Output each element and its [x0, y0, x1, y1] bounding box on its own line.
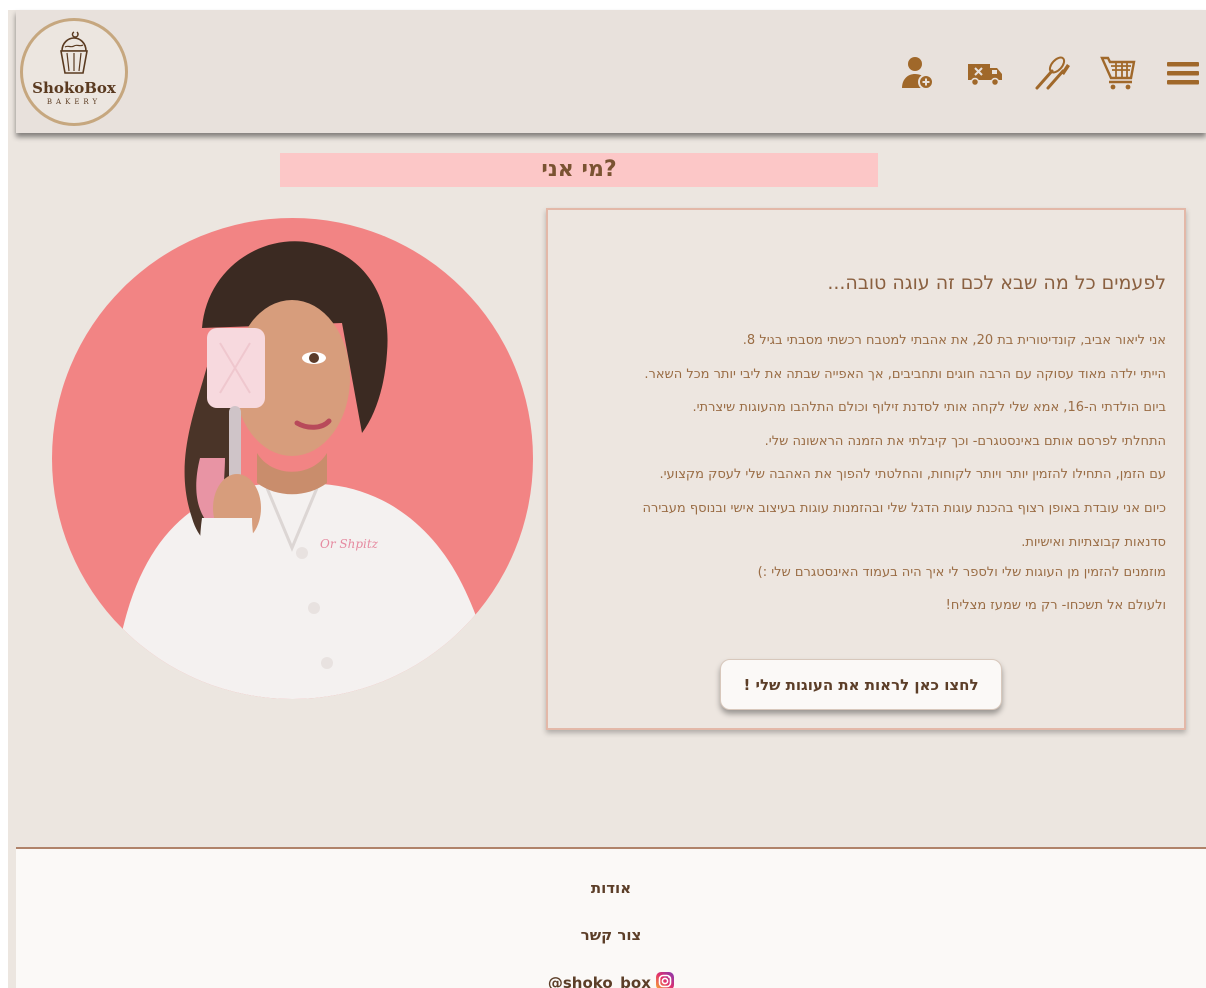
- site-footer: אודות צור קשר @shoko_box: [16, 847, 1206, 988]
- footer-link-contact[interactable]: צור קשר: [16, 926, 1206, 944]
- card-text-line: הייתי ילדה מאוד עסוקה עם הרבה חוגים ותחב…: [644, 367, 1166, 382]
- menu-icon[interactable]: [1163, 55, 1203, 91]
- delivery-truck-icon[interactable]: [965, 55, 1005, 91]
- card-text-line: מוזמנים להזמין מן העוגות שלי ולספר לי אי…: [757, 565, 1166, 580]
- user-add-icon[interactable]: [898, 55, 938, 91]
- site-header: ShokoBox BAKERY: [16, 10, 1206, 133]
- card-text-line: ולעולם אל תשכחו- רק מי שמעז מצליח!: [945, 598, 1166, 613]
- instagram-handle: @shoko_box: [547, 974, 651, 988]
- whisk-icon[interactable]: [1032, 55, 1072, 91]
- page-background: ShokoBox BAKERY מי אני? Or Shpitz לפעמים…: [8, 10, 1206, 988]
- card-text-line: סדנאות קבוצתיות ואישיות.: [1021, 535, 1166, 550]
- about-card: לפעמים כל מה שבא לכם זה עוגה טובה... אני…: [546, 208, 1186, 730]
- page-title: מי אני?: [280, 153, 878, 187]
- instagram-icon: [656, 972, 675, 988]
- card-text-line: התחלתי לפרסם אותם באינסטגרם- וכך קיבלתי …: [764, 434, 1166, 449]
- baker-portrait-image: Or Shpitz: [52, 218, 533, 699]
- apron-text: Or Shpitz: [320, 537, 379, 551]
- cupcake-icon: [60, 31, 88, 74]
- footer-instagram-link[interactable]: @shoko_box: [16, 972, 1206, 988]
- card-text-line: ביום הולדתי ה-16, אמא שלי לקחה אותי לסדנ…: [692, 400, 1167, 415]
- card-text-line: עם הזמן, התחילו להזמין יותר ויותר לקוחות…: [659, 467, 1167, 482]
- card-text-line: כיום אני עובדת באופן רצוף בהכנת עוגות הד…: [642, 501, 1166, 516]
- brand-logo[interactable]: ShokoBox BAKERY: [20, 18, 128, 126]
- footer-link-about[interactable]: אודות: [16, 879, 1206, 897]
- view-cakes-button[interactable]: לחצו כאן לראות את העוגות שלי !: [720, 659, 1002, 710]
- logo-name: ShokoBox: [32, 79, 116, 97]
- card-text-line: אני ליאור אביב, קונדיטורית בת 20, את אהב…: [742, 333, 1166, 348]
- cart-icon[interactable]: [1098, 55, 1138, 91]
- logo-subtitle: BAKERY: [46, 98, 102, 106]
- card-heading: לפעמים כל מה שבא לכם זה עוגה טובה...: [827, 272, 1166, 294]
- baker-illustration: Or Shpitz: [52, 218, 533, 699]
